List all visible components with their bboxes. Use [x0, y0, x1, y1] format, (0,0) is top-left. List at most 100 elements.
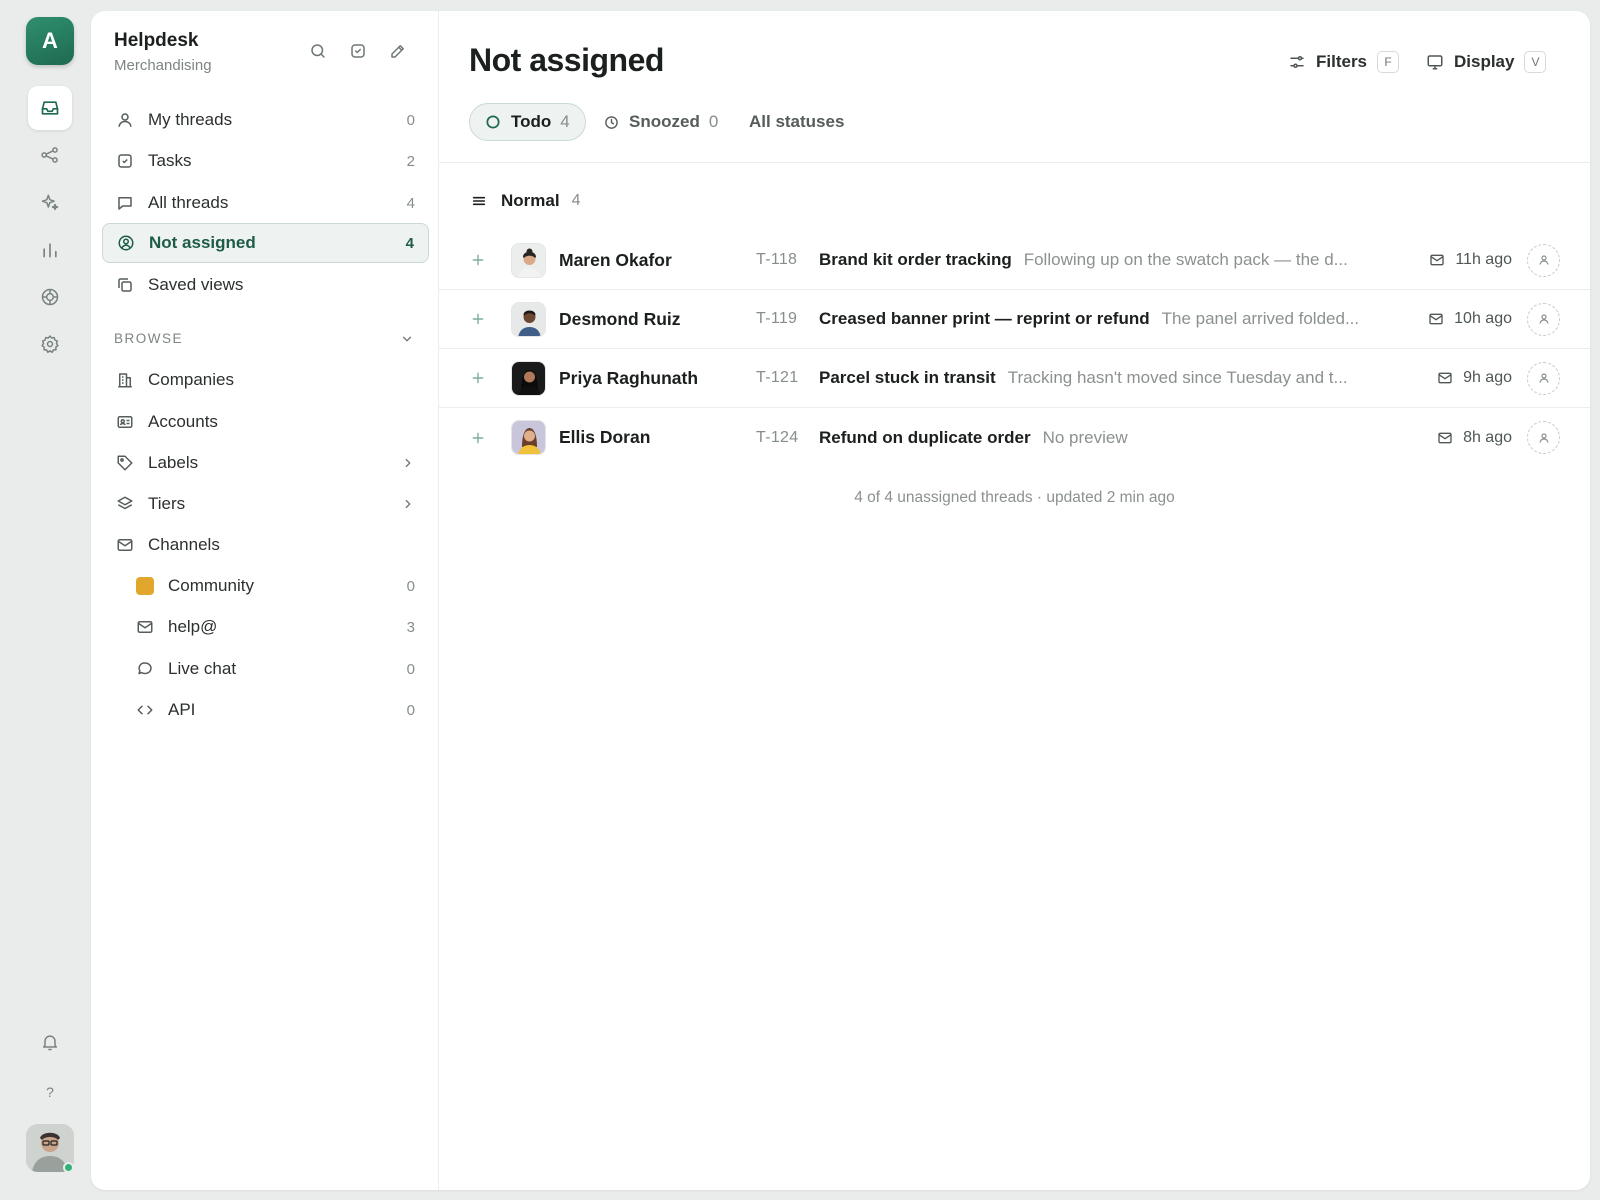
tab-snoozed[interactable]: Snoozed 0 [589, 103, 733, 141]
nav-saved-views[interactable]: Saved views [102, 265, 429, 305]
plus-icon[interactable] [471, 371, 485, 385]
user-icon [1538, 254, 1550, 266]
plus-icon[interactable] [471, 253, 485, 267]
assign-button[interactable] [1527, 302, 1560, 336]
tab-count: 4 [560, 112, 570, 131]
thread-preview: The panel arrived folded... [1161, 309, 1360, 328]
tab-count: 0 [708, 112, 719, 131]
nav-label: Channels [148, 535, 220, 554]
channel-api[interactable]: API 0 [102, 690, 429, 730]
nav-count: 0 [406, 111, 415, 129]
nav-accounts[interactable]: Accounts [102, 402, 429, 442]
nav-companies[interactable]: Companies [102, 360, 429, 400]
mail-icon [1437, 370, 1453, 386]
nav-label: Labels [148, 453, 199, 472]
header-divider [439, 162, 1590, 163]
thread-time-label: 9h ago [1463, 369, 1512, 386]
table-row[interactable]: Priya Raghunath T-121 Parcel stuck in tr… [439, 349, 1590, 408]
tab-todo[interactable]: Todo 4 [469, 103, 586, 141]
app-logo[interactable]: A [26, 17, 74, 65]
chevron-right-icon [401, 497, 415, 511]
nav-label: Accounts [148, 412, 218, 431]
rail-inbox-button[interactable] [28, 86, 72, 130]
target-icon [40, 287, 60, 307]
nav-label: Live chat [168, 659, 237, 678]
display-label: Display [1454, 52, 1515, 71]
nav-tiers[interactable]: Tiers [102, 484, 429, 524]
nav-all-threads[interactable]: All threads 4 [102, 183, 429, 223]
nav-channels[interactable]: Channels [102, 525, 429, 565]
rail-goals-button[interactable] [28, 275, 72, 319]
mail-icon [1437, 430, 1453, 446]
thread-id: T-121 [756, 369, 799, 386]
nav-label: Companies [148, 370, 234, 389]
monitor-icon [1426, 53, 1444, 71]
browse-section-header[interactable]: BROWSE [114, 331, 414, 346]
layers-icon [114, 493, 136, 515]
thread-customer-name: Priya Raghunath [559, 367, 699, 388]
icon-rail: A ? [0, 0, 100, 1200]
assign-button[interactable] [1527, 361, 1560, 395]
tab-label: Snoozed [629, 112, 700, 131]
sidebar: Helpdesk Merchandising My threads 0 Task… [91, 11, 439, 1190]
plus-icon[interactable] [471, 312, 485, 326]
page-title: Not assigned [469, 42, 664, 78]
channel-live-chat[interactable]: Live chat 0 [102, 649, 429, 689]
rail-notifications-button[interactable] [28, 1020, 72, 1064]
compose-button[interactable] [385, 38, 411, 64]
assign-button[interactable] [1527, 243, 1560, 277]
avatar [511, 360, 546, 396]
main-panel: Not assigned Filters F Display V Todo 4 … [439, 11, 1590, 1190]
thread-customer-name: Maren Okafor [559, 249, 672, 270]
user-icon [1538, 372, 1550, 384]
tasks-button[interactable] [345, 38, 371, 64]
display-button[interactable]: Display V [1426, 48, 1547, 76]
browse-label: BROWSE [114, 331, 184, 346]
user-icon [1538, 313, 1550, 325]
rail-ai-button[interactable] [28, 180, 72, 224]
thread-id: T-124 [756, 428, 799, 446]
thread-time: 8h ago [1437, 429, 1512, 447]
id-card-icon [114, 411, 136, 433]
table-row[interactable]: Ellis Doran T-124 Refund on duplicate or… [439, 408, 1590, 467]
assign-button[interactable] [1527, 421, 1560, 454]
thread-body: Creased banner print — reprint or refund… [819, 309, 1379, 329]
tag-icon [114, 452, 136, 474]
nav-tasks[interactable]: Tasks 2 [102, 141, 429, 181]
thread-subject: Brand kit order tracking [819, 250, 1012, 269]
table-row[interactable]: Desmond Ruiz T-119 Creased banner print … [439, 290, 1590, 349]
bar-chart-icon [40, 240, 60, 260]
avatar [511, 301, 546, 337]
mail-icon [1428, 311, 1444, 327]
search-button[interactable] [305, 38, 331, 64]
nav-count: 0 [406, 701, 415, 719]
nav-labels[interactable]: Labels [102, 443, 429, 483]
chevron-down-icon [400, 332, 414, 346]
filters-label: Filters [1316, 52, 1368, 71]
nav-my-threads[interactable]: My threads 0 [102, 100, 429, 140]
thread-id: T-118 [756, 251, 798, 268]
table-row[interactable]: Maren Okafor T-118 Brand kit order track… [439, 231, 1590, 290]
list-footer-status: 4 of 4 unassigned threads · updated 2 mi… [854, 489, 1175, 506]
presence-dot [63, 1162, 74, 1173]
nav-count: 3 [406, 618, 415, 636]
rail-help-button[interactable]: ? [28, 1070, 72, 1114]
avatar [511, 242, 546, 278]
workspace-name[interactable]: Helpdesk [114, 30, 198, 52]
channel-community[interactable]: Community 0 [102, 566, 429, 606]
tab-all-statuses[interactable]: All statuses [734, 103, 859, 141]
building-icon [114, 369, 136, 391]
channel-help[interactable]: help@ 3 [102, 607, 429, 647]
priority-group-header[interactable]: Normal 4 [471, 191, 580, 211]
filters-button[interactable]: Filters F [1288, 48, 1400, 76]
clock-icon [604, 115, 619, 130]
rail-settings-button[interactable] [28, 322, 72, 366]
nav-label: Saved views [148, 275, 244, 294]
plus-icon[interactable] [471, 431, 485, 445]
group-count: 4 [571, 192, 581, 209]
user-circle-icon [115, 232, 137, 254]
rail-analytics-button[interactable] [28, 228, 72, 272]
chat-bubble-icon [134, 658, 156, 680]
nav-not-assigned[interactable]: Not assigned 4 [102, 223, 429, 263]
rail-workflows-button[interactable] [28, 133, 72, 177]
